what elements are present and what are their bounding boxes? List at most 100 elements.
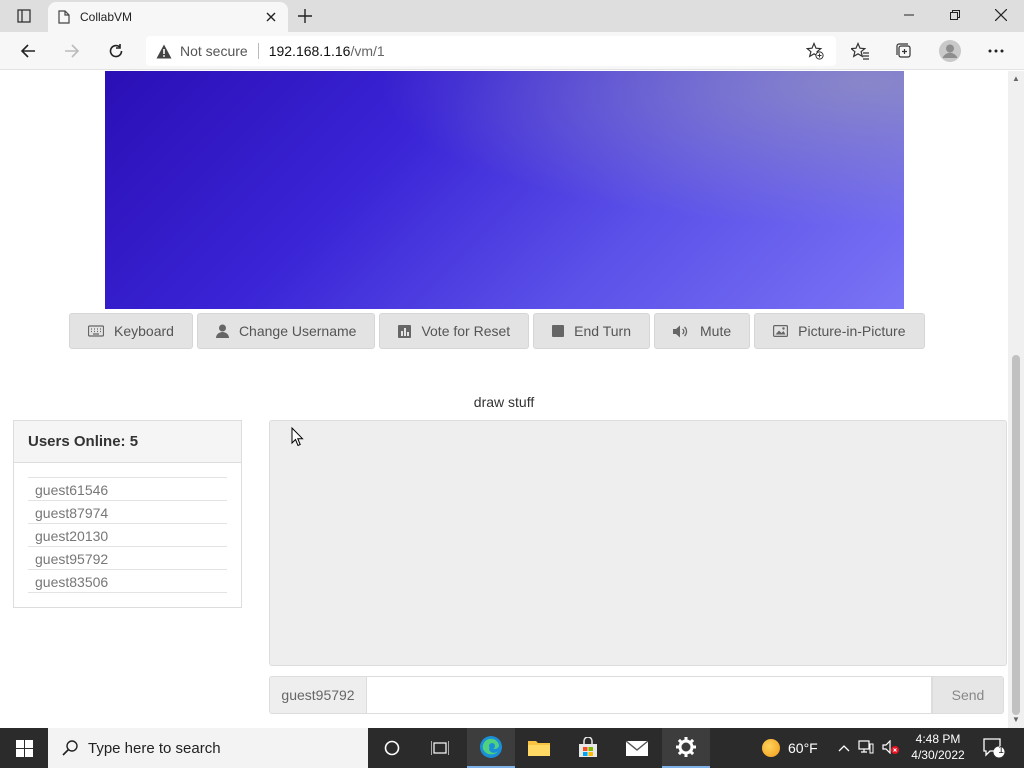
speaker-icon (673, 325, 688, 337)
scroll-thumb[interactable] (1012, 355, 1020, 715)
edge-icon (480, 736, 502, 758)
forward-arrow-icon (65, 44, 80, 58)
chat-username-label[interactable]: guest95792 (269, 676, 367, 714)
notification-count: 1 (998, 745, 1004, 756)
keyboard-icon (88, 325, 104, 337)
stop-icon (552, 325, 565, 337)
collections-icon (896, 43, 911, 58)
forward-button[interactable] (56, 36, 88, 66)
taskbar-mail-button[interactable] (613, 728, 661, 768)
taskbar-explorer-button[interactable] (515, 728, 563, 768)
restore-icon (950, 10, 960, 20)
vm-title: draw stuff (473, 394, 535, 410)
avatar-icon (939, 40, 961, 62)
user-list-item[interactable]: guest83506 (28, 570, 227, 593)
taskbar-edge-button[interactable] (467, 728, 515, 768)
store-icon (579, 737, 597, 757)
address-separator (257, 43, 259, 59)
profile-button[interactable] (934, 36, 966, 66)
picture-icon (773, 325, 789, 337)
refresh-icon (109, 44, 123, 58)
search-icon (62, 740, 78, 756)
page-viewport: Keyboard Change Username Vote for Reset … (0, 71, 1024, 728)
scroll-down-icon[interactable]: ▼ (1012, 716, 1020, 724)
favorites-button[interactable] (844, 36, 876, 66)
task-view-button[interactable] (416, 728, 464, 768)
chart-icon (398, 324, 412, 338)
vm-screen[interactable] (105, 71, 904, 309)
new-tab-button[interactable] (292, 4, 318, 28)
taskbar-store-button[interactable] (564, 728, 612, 768)
tab-actions-button[interactable] (8, 4, 40, 28)
add-favorite-button[interactable] (805, 41, 824, 63)
gear-icon (676, 737, 696, 757)
cortana-icon (384, 740, 400, 756)
chevron-up-icon[interactable] (838, 741, 850, 755)
scroll-up-icon[interactable]: ▲ (1012, 75, 1020, 83)
back-button[interactable] (12, 36, 44, 66)
url-path: /vm/1 (350, 43, 385, 59)
weather-sun-icon (762, 739, 780, 757)
mute-button-label: Mute (700, 323, 732, 339)
windows-taskbar: Type here to search 60°F 4:48 PM 4/30/20… (0, 728, 1024, 768)
page-scrollbar[interactable]: ▲ ▼ (1008, 71, 1024, 728)
network-icon[interactable] (858, 739, 874, 757)
end-turn-button[interactable]: End Turn (533, 313, 650, 349)
mail-icon (625, 740, 649, 756)
start-button[interactable] (0, 728, 48, 768)
settings-menu-button[interactable] (980, 36, 1012, 66)
picture-in-picture-button[interactable]: Picture-in-Picture (754, 313, 925, 349)
user-list-item[interactable]: guest95792 (28, 547, 227, 570)
user-list-item[interactable]: guest61546 (28, 478, 227, 501)
page-icon (58, 10, 70, 24)
clock-time: 4:48 PM (915, 732, 961, 746)
refresh-button[interactable] (100, 36, 132, 66)
collections-button[interactable] (888, 36, 920, 66)
chat-messages-panel[interactable] (269, 420, 1007, 666)
volume-muted-icon[interactable] (882, 739, 900, 757)
tab-close-button[interactable] (262, 8, 280, 26)
change-username-button[interactable]: Change Username (196, 313, 376, 349)
browser-toolbar: Not secure 192.168.1.16/vm/1 (0, 32, 1024, 70)
end-turn-button-label: End Turn (574, 323, 631, 339)
tab-title: CollabVM (80, 10, 133, 24)
chat-input-group: guest95792 Send (269, 676, 1004, 714)
star-add-icon (805, 41, 824, 60)
plus-icon (298, 9, 312, 23)
cortana-button[interactable] (368, 728, 416, 768)
user-list-item[interactable]: guest20130 (28, 524, 227, 547)
mute-button[interactable]: Mute (654, 313, 751, 349)
restore-button[interactable] (932, 0, 978, 30)
tab-actions-icon (17, 9, 31, 23)
browser-tab[interactable]: CollabVM (48, 2, 288, 32)
notifications-button[interactable]: 1 (982, 736, 1006, 760)
vote-reset-button[interactable]: Vote for Reset (379, 313, 530, 349)
back-arrow-icon (20, 44, 35, 58)
weather-temperature: 60°F (788, 740, 818, 756)
mouse-cursor-icon (291, 426, 304, 452)
chat-message-input[interactable] (367, 676, 932, 714)
taskbar-clock[interactable]: 4:48 PM 4/30/2022 (908, 731, 968, 763)
picture-in-picture-button-label: Picture-in-Picture (798, 323, 906, 339)
close-icon (266, 12, 276, 22)
keyboard-button[interactable]: Keyboard (69, 313, 193, 349)
vote-reset-button-label: Vote for Reset (421, 323, 511, 339)
weather-widget[interactable]: 60°F (762, 728, 818, 768)
keyboard-button-label: Keyboard (114, 323, 174, 339)
send-button[interactable]: Send (932, 676, 1004, 714)
clock-date: 4/30/2022 (911, 748, 965, 762)
change-username-button-label: Change Username (238, 323, 357, 339)
task-view-icon (431, 741, 449, 755)
close-icon (995, 9, 1007, 21)
minimize-icon (904, 14, 914, 16)
taskbar-search-box[interactable]: Type here to search (48, 728, 368, 768)
address-bar[interactable]: Not secure 192.168.1.16/vm/1 (146, 36, 836, 66)
taskbar-settings-button[interactable] (662, 728, 710, 768)
online-users-panel: Users Online: 5 guest61546 guest87974 gu… (13, 420, 242, 608)
security-label: Not secure (180, 43, 248, 59)
minimize-button[interactable] (886, 0, 932, 30)
close-window-button[interactable] (978, 0, 1024, 30)
user-list-item[interactable]: guest87974 (28, 501, 227, 524)
vm-button-bar: Keyboard Change Username Vote for Reset … (69, 313, 925, 349)
user-list: guest61546 guest87974 guest20130 guest95… (28, 477, 227, 593)
